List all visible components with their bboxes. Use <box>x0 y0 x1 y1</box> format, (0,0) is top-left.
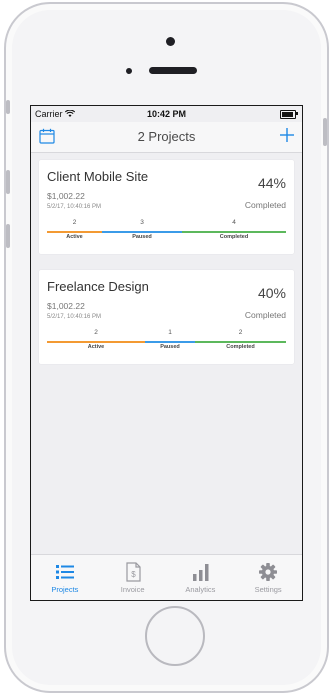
home-button[interactable] <box>145 606 205 666</box>
volume-up-button <box>6 170 10 194</box>
stat-completed: 2 Completed <box>195 270 286 364</box>
stat-active: 2 Active <box>47 270 145 364</box>
plus-icon[interactable] <box>278 126 296 144</box>
stat-count: 4 <box>232 219 236 226</box>
stat-paused: 1 Paused <box>145 270 195 364</box>
gear-icon <box>259 563 278 581</box>
sensor-dot <box>126 68 132 74</box>
stat-count: 2 <box>94 329 98 336</box>
stat-label: Active <box>66 234 83 240</box>
tab-analytics[interactable]: Analytics <box>167 555 235 600</box>
svg-text:$: $ <box>131 570 136 579</box>
mute-switch <box>6 100 10 114</box>
stat-count: 2 <box>238 329 243 336</box>
tab-projects[interactable]: Projects <box>31 555 99 600</box>
tab-label: Settings <box>254 585 282 594</box>
front-camera <box>166 37 175 46</box>
stat-count: 2 <box>72 219 77 226</box>
stat-count: 3 <box>140 219 144 226</box>
battery-icon <box>280 110 296 119</box>
tab-bar: Projects $ Invoice Analytics Settings <box>31 554 302 600</box>
power-button <box>323 118 327 146</box>
navigation-bar: 2 Projects <box>31 122 302 153</box>
list-icon <box>56 565 74 579</box>
stat-label: Paused <box>132 234 152 240</box>
stat-bar-active <box>47 231 102 233</box>
tab-label: Invoice <box>120 585 145 594</box>
status-time: 10:42 PM <box>146 109 187 119</box>
stat-bar-paused <box>145 341 195 343</box>
stat-label: Paused <box>160 344 180 350</box>
status-bar: Carrier 10:42 PM <box>31 106 302 122</box>
stat-active: 2 Active <box>47 160 102 254</box>
stat-count: 1 <box>168 329 172 336</box>
tab-label: Analytics <box>185 585 216 594</box>
stat-label: Completed <box>219 234 249 240</box>
invoice-icon: $ <box>126 562 141 582</box>
stat-label: Active <box>87 344 105 350</box>
stat-bar-active <box>47 341 145 343</box>
stat-paused: 3 Paused <box>102 160 182 254</box>
tab-invoice[interactable]: $ Invoice <box>99 555 167 600</box>
tab-settings[interactable]: Settings <box>234 555 302 600</box>
page-title: 2 Projects <box>137 129 196 144</box>
stat-bar-completed <box>182 231 286 233</box>
app-screen: Carrier 10:42 PM 2 Projects Client Mobil… <box>30 105 303 601</box>
stat-bar-completed <box>195 341 286 343</box>
battery-tip <box>296 112 298 115</box>
tab-label: Projects <box>51 585 79 594</box>
stat-completed: 4 Completed <box>182 160 286 254</box>
volume-down-button <box>6 224 10 248</box>
project-card[interactable]: Client Mobile Site $1,002.22 5/2/17, 10:… <box>39 160 294 254</box>
bar-chart-icon <box>192 564 208 581</box>
stat-bar-paused <box>102 231 182 233</box>
project-card[interactable]: Freelance Design $1,002.22 5/2/17, 10:40… <box>39 270 294 364</box>
earpiece-speaker <box>149 67 197 74</box>
stat-label: Completed <box>226 344 255 350</box>
